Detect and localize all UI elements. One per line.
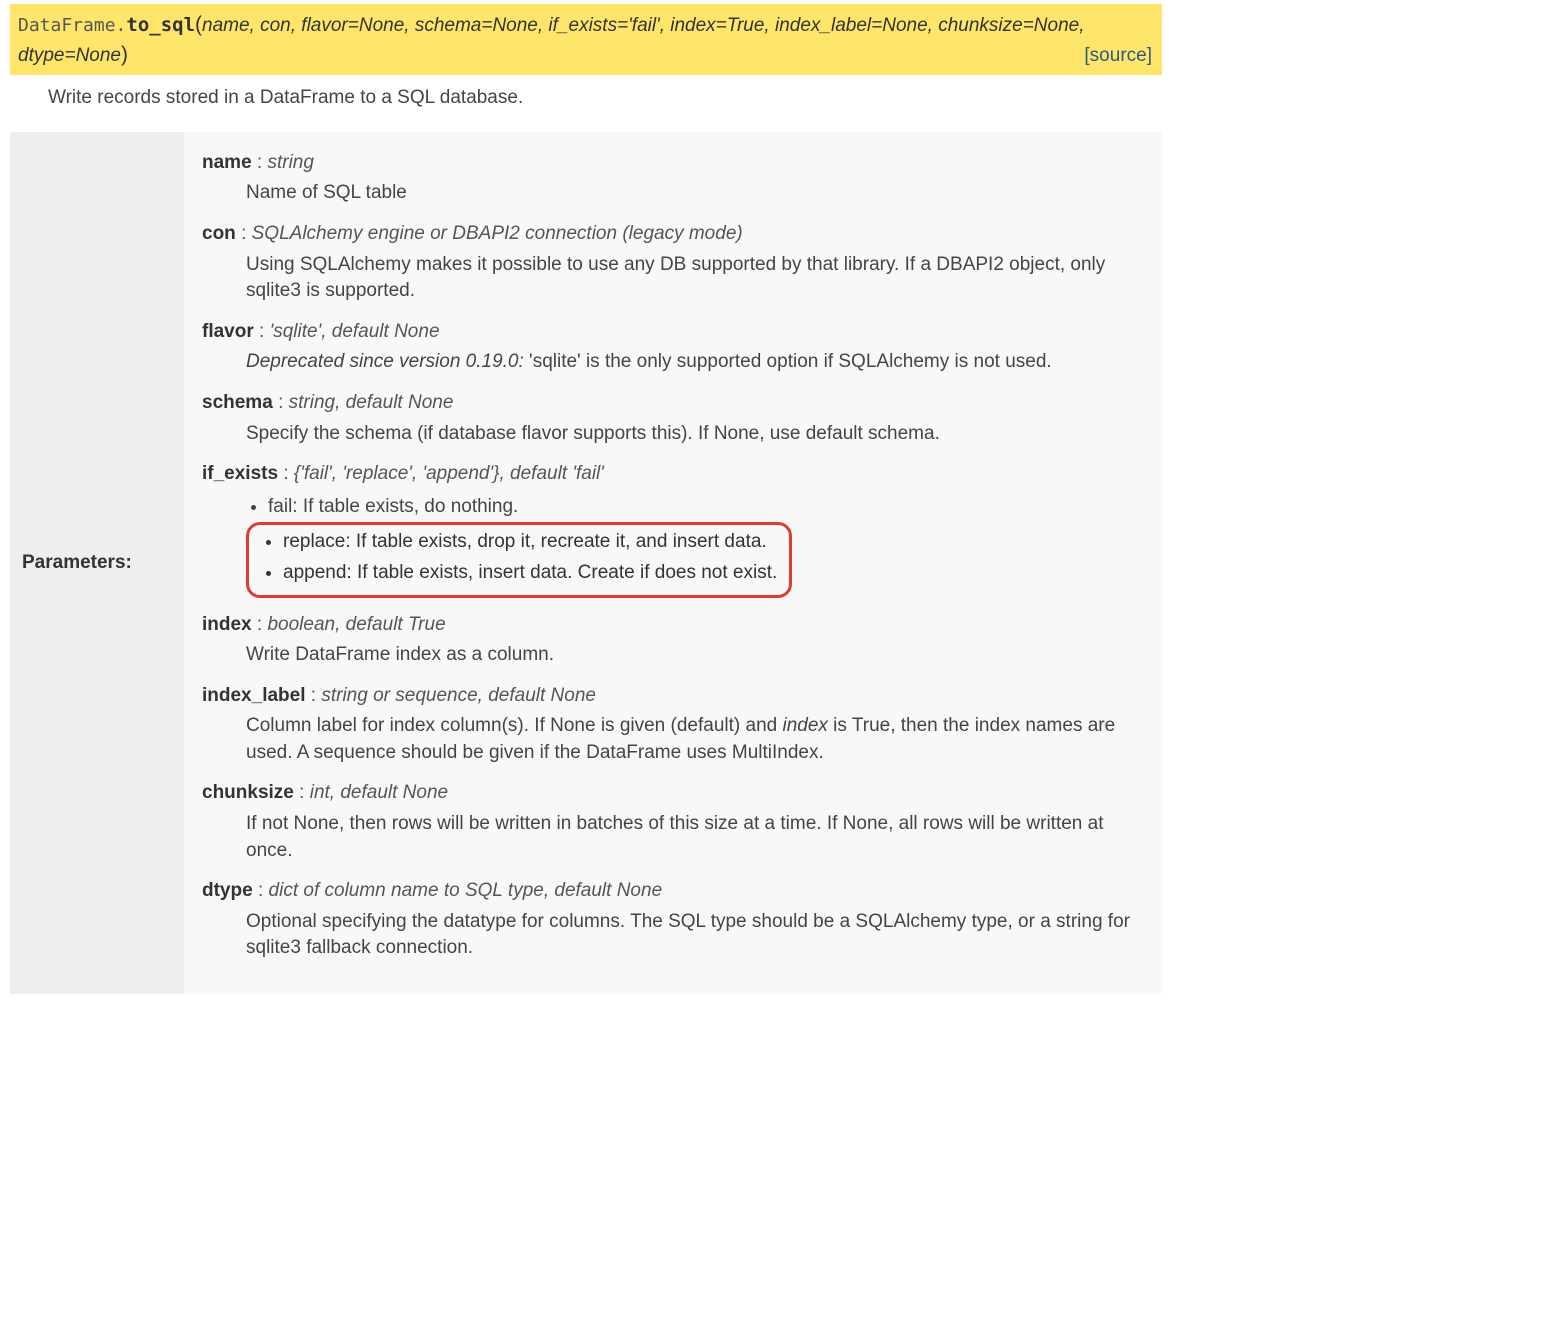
option-fail: fail: If table exists, do nothing. [268, 492, 1144, 523]
param-desc: Column label for index column(s). If Non… [202, 709, 1144, 766]
param-index: index : boolean, default True Write Data… [202, 612, 1144, 669]
param-type: string or sequence, default None [321, 685, 596, 706]
close-paren: ) [121, 43, 128, 66]
param-desc: Deprecated since version 0.19.0: 'sqlite… [202, 345, 1144, 376]
param-type: string, default None [289, 392, 454, 413]
method-summary: Write records stored in a DataFrame to a… [10, 75, 1162, 132]
param-name: name : string Name of SQL table [202, 150, 1144, 207]
param-desc: Using SQLAlchemy makes it possible to us… [202, 248, 1144, 305]
param-con: con : SQLAlchemy engine or DBAPI2 connec… [202, 221, 1144, 305]
option-append: append: If table exists, insert data. Cr… [283, 558, 777, 589]
param-index-label: index_label : string or sequence, defaul… [202, 683, 1144, 767]
param-label: schema [202, 392, 273, 413]
param-type: boolean, default True [267, 614, 445, 635]
param-if-exists: if_exists : {'fail', 'replace', 'append'… [202, 461, 1144, 597]
param-desc: If not None, then rows will be written i… [202, 807, 1144, 864]
method-signature: DataFrame.to_sql(name, con, flavor=None,… [10, 4, 1162, 75]
desc-emphasis: index [782, 715, 827, 736]
param-label: name [202, 152, 252, 173]
parameters-label: Parameters: [10, 132, 184, 994]
param-type: {'fail', 'replace', 'append'}, default '… [294, 463, 604, 484]
param-schema: schema : string, default None Specify th… [202, 390, 1144, 447]
param-desc: Specify the schema (if database flavor s… [202, 417, 1144, 448]
class-name: DataFrame. [18, 15, 126, 36]
param-desc: Write DataFrame index as a column. [202, 638, 1144, 669]
deprecated-text: 'sqlite' is the only supported option if… [524, 351, 1052, 372]
desc-part-a: Column label for index column(s). If Non… [246, 715, 782, 736]
param-type: int, default None [310, 782, 448, 803]
param-type: string [267, 152, 313, 173]
param-type: dict of column name to SQL type, default… [269, 880, 663, 901]
param-flavor: flavor : 'sqlite', default None Deprecat… [202, 319, 1144, 376]
param-type: 'sqlite', default None [270, 321, 440, 342]
parameters-table: Parameters: name : string Name of SQL ta… [10, 132, 1162, 994]
param-desc: Name of SQL table [202, 176, 1144, 207]
param-dtype: dtype : dict of column name to SQL type,… [202, 878, 1144, 962]
parameters-body: name : string Name of SQL table con : SQ… [184, 132, 1162, 994]
option-replace: replace: If table exists, drop it, recre… [283, 527, 777, 558]
param-label: index_label [202, 685, 306, 706]
method-name: to_sql [126, 14, 195, 36]
source-link[interactable]: [source] [1084, 43, 1152, 70]
param-label: index [202, 614, 252, 635]
param-type: SQLAlchemy engine or DBAPI2 connection (… [252, 223, 743, 244]
param-label: chunksize [202, 782, 294, 803]
param-label: dtype [202, 880, 253, 901]
options-list: fail: If table exists, do nothing. [268, 492, 1144, 523]
highlighted-options: replace: If table exists, drop it, recre… [246, 522, 792, 597]
param-label: con [202, 223, 236, 244]
param-desc: Optional specifying the datatype for col… [202, 905, 1144, 962]
param-label: flavor [202, 321, 254, 342]
open-paren: ( [195, 13, 202, 36]
deprecated-prefix: Deprecated since version 0.19.0: [246, 351, 524, 372]
param-chunksize: chunksize : int, default None If not Non… [202, 780, 1144, 864]
param-label: if_exists [202, 463, 278, 484]
